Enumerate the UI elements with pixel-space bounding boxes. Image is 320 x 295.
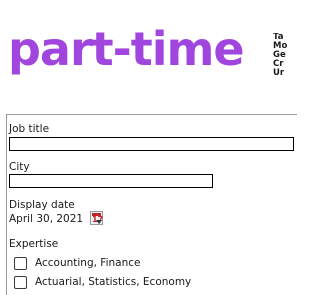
display-date-label: Display date — [9, 199, 75, 211]
display-date-value: April 30, 2021 — [9, 213, 84, 225]
expertise-label: Expertise — [9, 238, 59, 250]
city-label: City — [9, 161, 30, 173]
dropdown-caret-icon — [96, 220, 102, 224]
expertise-option-label[interactable]: Accounting, Finance — [35, 257, 140, 270]
expertise-option-label[interactable]: Actuarial, Statistics, Economy — [35, 276, 191, 289]
calendar-picker-button[interactable]: 17 — [90, 211, 103, 225]
city-input[interactable] — [9, 174, 213, 188]
checkbox[interactable] — [14, 257, 27, 270]
tagline-line: Ur — [273, 68, 285, 78]
job-title-label: Job title — [9, 123, 50, 135]
site-logo[interactable]: part-time — [8, 26, 245, 72]
job-title-input[interactable] — [9, 137, 294, 151]
checkbox[interactable] — [14, 276, 27, 289]
tagline: Ta Mo Ge Cr Ur — [273, 33, 288, 78]
